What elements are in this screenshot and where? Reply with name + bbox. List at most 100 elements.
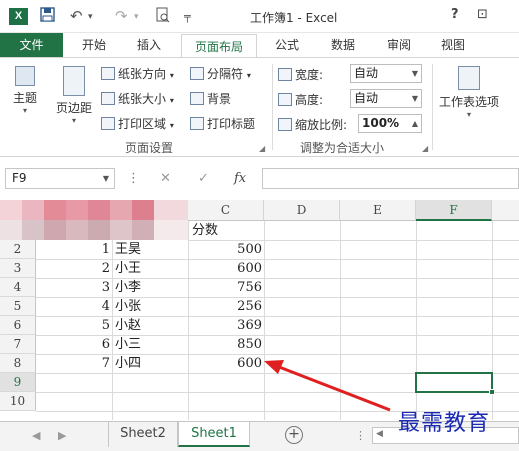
tab-split-handle-icon[interactable]: ⋮ [355, 429, 366, 442]
print-area-button[interactable]: 打印区域 ▾ [101, 115, 174, 132]
formula-bar: F9 ▼ ⋮ ✕ ✓ fx [0, 163, 519, 193]
selected-cell-f9[interactable] [415, 372, 493, 393]
scale-launcher-icon[interactable]: ◢ [422, 144, 428, 153]
cell-a5[interactable]: 4 [38, 297, 110, 316]
print-preview-icon[interactable] [156, 7, 170, 27]
themes-dropdown-icon: ▾ [22, 106, 27, 115]
help-button[interactable]: ? [451, 7, 459, 22]
row-header[interactable]: 7 [0, 335, 36, 354]
cell-b3[interactable]: 小王 [115, 259, 141, 278]
add-sheet-icon[interactable]: + [285, 426, 303, 444]
cell-a8[interactable]: 7 [38, 354, 110, 373]
group-divider [272, 64, 273, 150]
cell-c4[interactable]: 756 [190, 278, 262, 297]
print-titles-label: 打印标题 [207, 117, 256, 131]
fill-handle[interactable] [489, 389, 495, 395]
gridline [112, 240, 113, 420]
width-label: 宽度: [278, 66, 323, 83]
undo-dropdown-icon[interactable]: ▾ [88, 12, 93, 22]
column-header-g[interactable] [492, 200, 519, 221]
cancel-icon[interactable]: ✕ [160, 171, 171, 186]
breaks-button[interactable]: 分隔符 ▾ [190, 65, 251, 82]
sheet-tab-sheet1[interactable]: Sheet1 [178, 422, 250, 447]
cell-c1[interactable]: 分数 [192, 221, 218, 240]
customize-qat-icon[interactable]: ╤ [184, 10, 191, 23]
height-icon [278, 93, 292, 106]
scroll-left-icon[interactable]: ◀ [376, 429, 383, 439]
pixelated-area [0, 200, 188, 240]
ribbon: 主题 ▾ 页边距 ▾ 纸张方向 ▾ 纸张大小 ▾ 打印区域 ▾ 分隔符 ▾ 背景… [0, 57, 519, 157]
tab-file[interactable]: 文件 [0, 33, 63, 57]
ribbon-display-options-icon[interactable]: ⊡ [477, 7, 488, 22]
column-header-f[interactable]: F [416, 200, 492, 221]
background-label: 背景 [207, 92, 232, 106]
page-setup-launcher-icon[interactable]: ◢ [259, 144, 265, 153]
next-sheet-icon[interactable]: ▶ [58, 429, 66, 442]
cell-b6[interactable]: 小赵 [115, 316, 141, 335]
size-icon [101, 92, 115, 105]
row-header[interactable]: 6 [0, 316, 36, 335]
enter-icon[interactable]: ✓ [198, 171, 209, 186]
column-header-d[interactable]: D [264, 200, 340, 221]
cell-b7[interactable]: 小三 [115, 335, 141, 354]
cell-b2[interactable]: 王昊 [115, 240, 141, 259]
previous-sheet-icon[interactable]: ◀ [32, 429, 40, 442]
formula-bar-grip-icon: ⋮ [127, 171, 140, 186]
tab-view[interactable]: 视图 [430, 33, 476, 57]
window-title: 工作簿1 - Excel [250, 11, 338, 25]
sheet-options-dropdown-icon: ▾ [466, 110, 471, 119]
row-header[interactable]: 3 [0, 259, 36, 278]
tab-home[interactable]: 开始 [72, 33, 116, 57]
cell-a2[interactable]: 1 [38, 240, 110, 259]
scale-spinner[interactable]: 100% ▲ [358, 114, 422, 133]
redo-icon[interactable]: ↷ [115, 7, 128, 25]
cell-c5[interactable]: 256 [190, 297, 262, 316]
redo-dropdown-icon[interactable]: ▾ [134, 12, 139, 22]
cell-b4[interactable]: 小李 [115, 278, 141, 297]
row-header[interactable]: 2 [0, 240, 36, 259]
cell-b8[interactable]: 小四 [115, 354, 141, 373]
cell-c6[interactable]: 369 [190, 316, 262, 335]
row-header-selected[interactable]: 9 [0, 373, 36, 392]
row-header[interactable]: 10 [0, 392, 36, 411]
worksheet-grid[interactable]: C D E F 分数 2 3 4 5 6 7 8 9 10 1 王昊 500 2… [0, 200, 519, 420]
column-header-c[interactable]: C [188, 200, 264, 221]
background-button[interactable]: 背景 [190, 90, 231, 107]
tab-review[interactable]: 审阅 [376, 33, 422, 57]
print-titles-button[interactable]: 打印标题 [190, 115, 255, 132]
tab-page-layout[interactable]: 页面布局 [181, 34, 257, 58]
tab-insert[interactable]: 插入 [124, 33, 174, 57]
cell-a4[interactable]: 3 [38, 278, 110, 297]
column-header-e[interactable]: E [340, 200, 416, 221]
size-button[interactable]: 纸张大小 ▾ [101, 90, 174, 107]
width-select[interactable]: 自动 ▼ [350, 64, 422, 83]
row-header[interactable]: 4 [0, 278, 36, 297]
cell-b5[interactable]: 小张 [115, 297, 141, 316]
cell-c3[interactable]: 600 [190, 259, 262, 278]
sheet-tab-sheet2[interactable]: Sheet2 [108, 422, 178, 447]
row-header[interactable]: 8 [0, 354, 36, 373]
save-icon[interactable] [40, 7, 55, 26]
orientation-button[interactable]: 纸张方向 ▾ [101, 65, 174, 82]
tab-formulas[interactable]: 公式 [264, 33, 310, 57]
height-select[interactable]: 自动 ▼ [350, 89, 422, 108]
width-icon [278, 68, 292, 81]
row-header[interactable]: 5 [0, 297, 36, 316]
name-box[interactable]: F9 ▼ [5, 168, 115, 189]
tab-data[interactable]: 数据 [318, 33, 368, 57]
cell-a6[interactable]: 5 [38, 316, 110, 335]
margins-dropdown-icon: ▾ [71, 116, 76, 125]
cell-c2[interactable]: 500 [190, 240, 262, 259]
sheet-options-button[interactable]: 工作表选项 ▾ [436, 66, 502, 119]
cell-a3[interactable]: 2 [38, 259, 110, 278]
insert-function-icon[interactable]: fx [234, 171, 246, 186]
cell-c8[interactable]: 600 [190, 354, 262, 373]
themes-icon [15, 66, 35, 86]
cell-c7[interactable]: 850 [190, 335, 262, 354]
cell-a7[interactable]: 6 [38, 335, 110, 354]
margins-button[interactable]: 页边距 ▾ [52, 66, 96, 125]
group-divider [432, 64, 433, 150]
undo-icon[interactable]: ↶ [70, 7, 83, 25]
themes-button[interactable]: 主题 ▾ [8, 66, 42, 115]
formula-input[interactable] [262, 168, 519, 189]
